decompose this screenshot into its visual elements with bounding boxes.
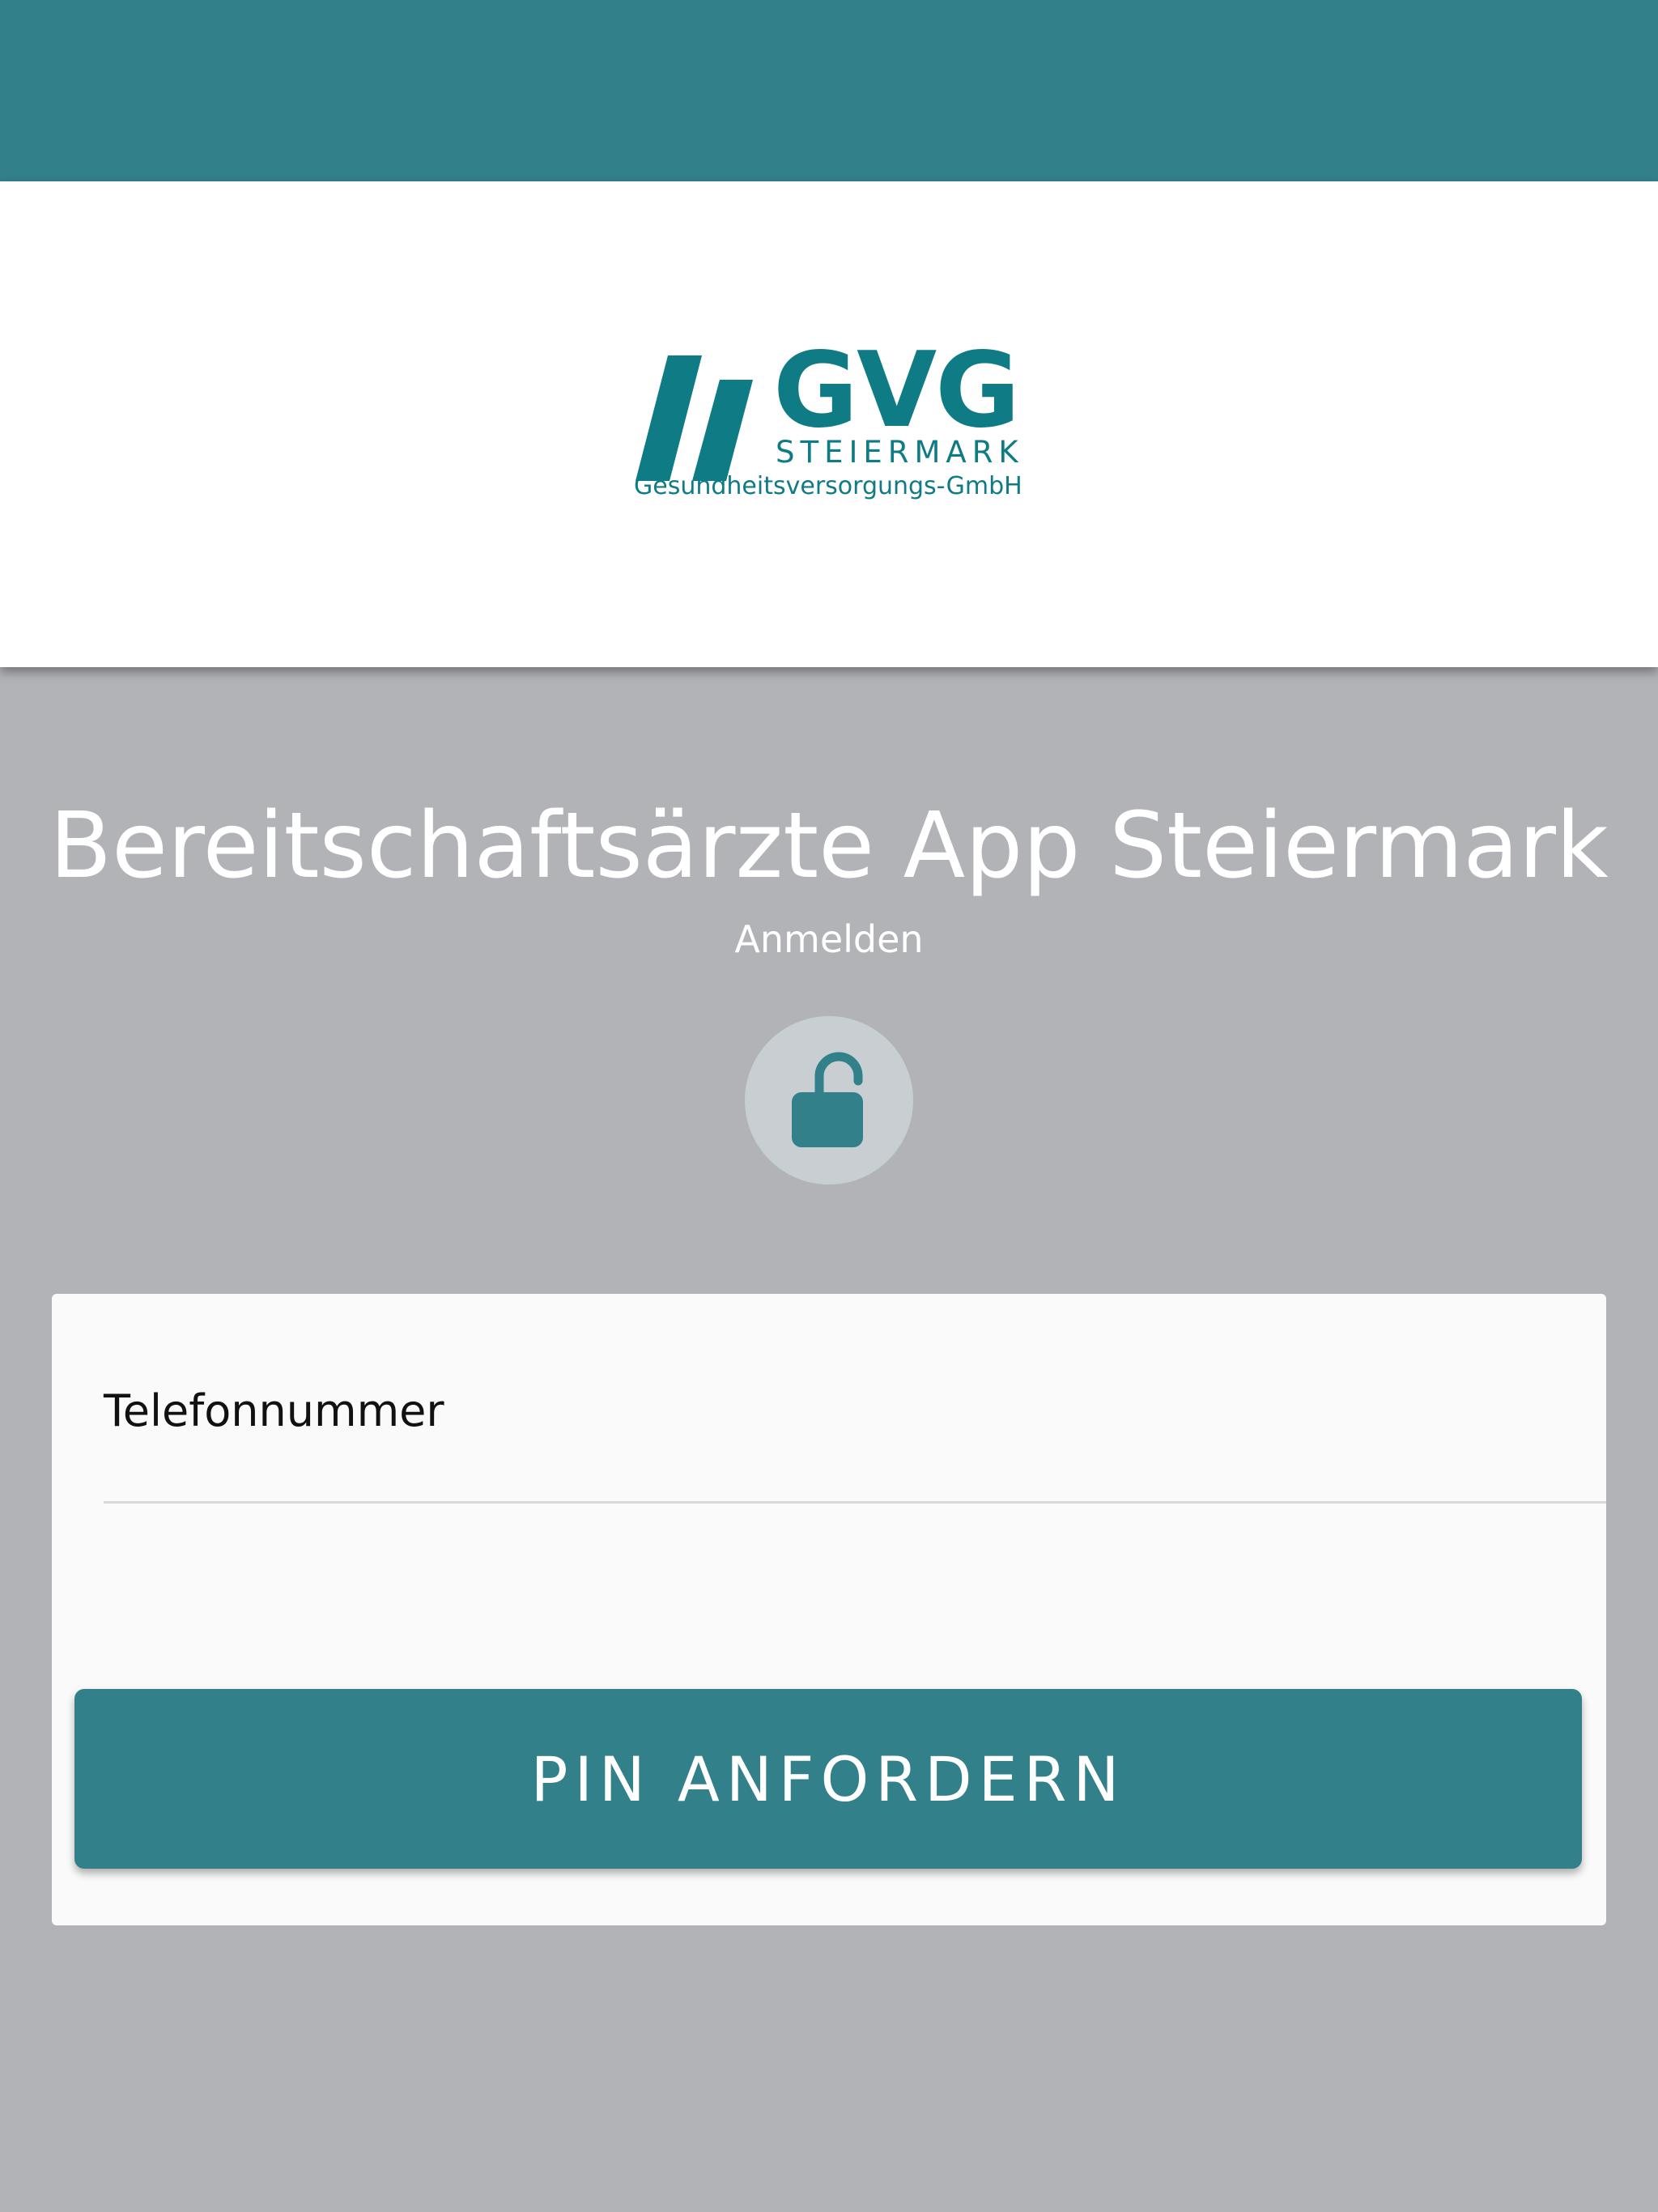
logo-region: STEIERMARK	[776, 435, 1024, 470]
login-card: Telefonnummer PIN ANFORDERN	[52, 1294, 1606, 1925]
page-subtitle: Anmelden	[734, 917, 924, 961]
unlock-icon	[792, 1052, 863, 1147]
logo-subtitle: Gesundheitsversorgungs-GmbH	[634, 472, 1022, 500]
header: GVG STEIERMARK Gesundheitsversorgungs-Gm…	[0, 181, 1658, 667]
lock-badge	[745, 1016, 913, 1185]
logo-wordmark: GVG	[773, 330, 1020, 451]
gvg-logo: GVG STEIERMARK Gesundheitsversorgungs-Gm…	[631, 339, 1028, 509]
status-bar	[0, 0, 1658, 181]
page-title: Bereitschaftsärzte App Steiermark	[49, 793, 1609, 899]
phone-input[interactable]	[104, 1464, 1606, 1512]
request-pin-button[interactable]: PIN ANFORDERN	[74, 1689, 1582, 1869]
phone-label: Telefonnummer	[104, 1385, 444, 1436]
gvg-logo-mark-icon	[636, 355, 753, 481]
phone-input-underline	[104, 1501, 1606, 1504]
